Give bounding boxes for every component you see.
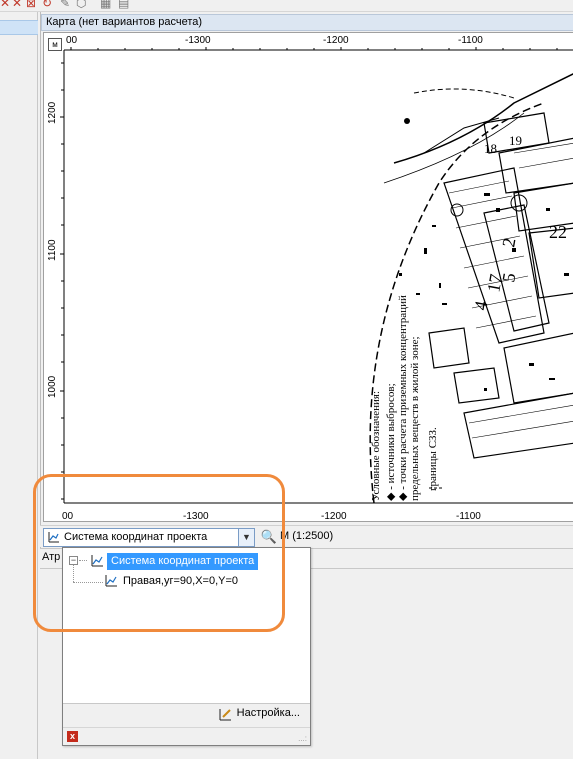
left-panel xyxy=(0,12,38,759)
parcel-number: 19 xyxy=(509,133,522,148)
emission-source-marker xyxy=(404,118,410,124)
bottom-ruler-label: -1200 xyxy=(321,511,347,522)
delete-icon[interactable]: ⊠ xyxy=(26,0,36,9)
coordinate-system-combobox[interactable]: Система координат проекта ▼ xyxy=(43,528,255,547)
hatch-lines xyxy=(448,143,573,439)
legend-line: границы СЗЗ. xyxy=(427,427,439,491)
tree-connector xyxy=(79,560,87,561)
polygon-icon[interactable]: ⬡ xyxy=(76,0,86,9)
grid-icon[interactable]: ▦ xyxy=(100,0,111,9)
resize-grip[interactable]: ...: xyxy=(298,734,307,743)
dropdown-footer: Настройка... xyxy=(63,703,310,727)
status-bar: Система координат проекта ▼ 🔍 М (1:2500) xyxy=(40,525,573,547)
refresh-icon[interactable]: ↻ xyxy=(42,0,52,9)
tab-attributes[interactable]: Атр xyxy=(42,551,60,563)
coordinate-system-tree: − Система координат проекта Правая,уг=90… xyxy=(63,548,310,703)
coordinate-system-dropdown: − Система координат проекта Правая,уг=90… xyxy=(62,547,311,746)
bottom-ruler: 00 -1300 -1200 -1100 xyxy=(62,511,573,525)
legend-line: Условные обозначения: xyxy=(370,391,382,501)
coordinate-system-icon xyxy=(105,575,117,587)
layer-icon[interactable]: ▤ xyxy=(118,0,129,9)
bottom-ruler-label: -1300 xyxy=(183,511,209,522)
parcel-number: 22 xyxy=(549,222,567,242)
dropdown-bottom-bar: x ...: xyxy=(63,727,310,745)
tree-connector xyxy=(73,565,74,582)
site-plan-drawing: 4 17 5 2 22 18 19 Условные обозначения: … xyxy=(60,47,573,504)
toolbar: ✕ ✕ ⊠ ↻ ✎ ⬡ ▦ ▤ xyxy=(0,0,573,12)
left-tick-marks xyxy=(60,62,64,500)
coordinate-system-value: Система координат проекта xyxy=(64,531,208,543)
parcel-number: 4 xyxy=(470,299,491,311)
legend-line: ◆ - точки расчета приземных концентраций xyxy=(397,295,409,501)
tree-item-label: Система координат проекта xyxy=(107,553,259,570)
tree-item-label: Правая,уг=90,X=0,Y=0 xyxy=(123,575,239,587)
legend-line: предельных веществ в жилой зоне; xyxy=(409,336,421,501)
map-window-title: Карта (нет вариантов расчета) xyxy=(41,14,573,31)
zoom-icon[interactable]: 🔍 xyxy=(260,528,278,546)
left-panel-selected-item[interactable] xyxy=(0,20,38,35)
collapse-icon[interactable]: − xyxy=(69,556,78,565)
legend-line: ◆ - источники выбросов; xyxy=(385,383,397,501)
map-scale[interactable]: М (1:2500) xyxy=(280,530,333,542)
coordinate-system-icon xyxy=(48,532,59,543)
close-icon[interactable]: ✕ xyxy=(0,0,10,9)
map-canvas[interactable]: 00 -1300 -1200 -1100 м 1200 1100 1000 4 … xyxy=(43,32,573,522)
road-dash xyxy=(413,88,515,99)
bottom-ruler-label: -1100 xyxy=(456,511,481,522)
settings-button[interactable]: Настройка... xyxy=(217,707,300,725)
parcel-number: 18 xyxy=(484,141,497,156)
app-root: ✕ ✕ ⊠ ↻ ✎ ⬡ ▦ ▤ Карта (нет вариантов рас… xyxy=(0,0,573,759)
coordinate-system-icon xyxy=(91,555,103,567)
settings-button-label: Настройка... xyxy=(236,707,300,719)
legend: Условные обозначения: ◆ - источники выбр… xyxy=(370,295,439,501)
settings-icon xyxy=(219,709,231,721)
tree-connector xyxy=(73,582,103,583)
edit-icon[interactable]: ✎ xyxy=(60,0,70,9)
close-icon[interactable]: x xyxy=(67,731,78,742)
bottom-ruler-label: 00 xyxy=(62,511,74,522)
chevron-down-icon[interactable]: ▼ xyxy=(238,529,254,546)
close-icon[interactable]: ✕ xyxy=(12,0,22,9)
parcel-number: 2 xyxy=(498,236,519,248)
